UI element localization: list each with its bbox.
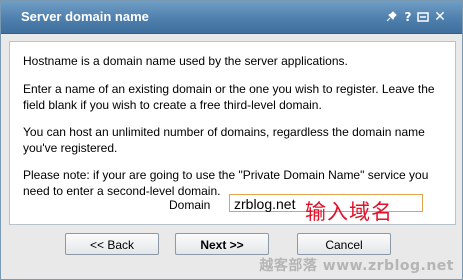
help-button[interactable]: ? xyxy=(401,10,415,24)
restore-icon[interactable] xyxy=(416,10,430,24)
next-button[interactable]: Next >> xyxy=(175,233,269,255)
close-button[interactable]: ✕ xyxy=(433,10,447,24)
dialog-window: Server domain name ? ✕ Hostname is a dom… xyxy=(0,0,463,280)
annotation-text: 输入域名 xyxy=(305,200,393,224)
domain-label: Domain xyxy=(169,198,211,212)
back-button[interactable]: << Back xyxy=(65,233,159,255)
window-title: Server domain name xyxy=(21,9,149,24)
cancel-button[interactable]: Cancel xyxy=(297,233,391,255)
pin-icon[interactable] xyxy=(384,10,398,24)
instructions-paragraph: Enter a name of an existing domain or th… xyxy=(23,82,435,112)
intro-paragraph: Hostname is a domain name used by the se… xyxy=(23,54,348,68)
domains-info-paragraph: You can host an unlimited number of doma… xyxy=(23,125,425,155)
watermark: 越客部落 www.zrblog.net xyxy=(259,258,454,274)
title-bar[interactable]: Server domain name ? ✕ xyxy=(1,1,462,34)
